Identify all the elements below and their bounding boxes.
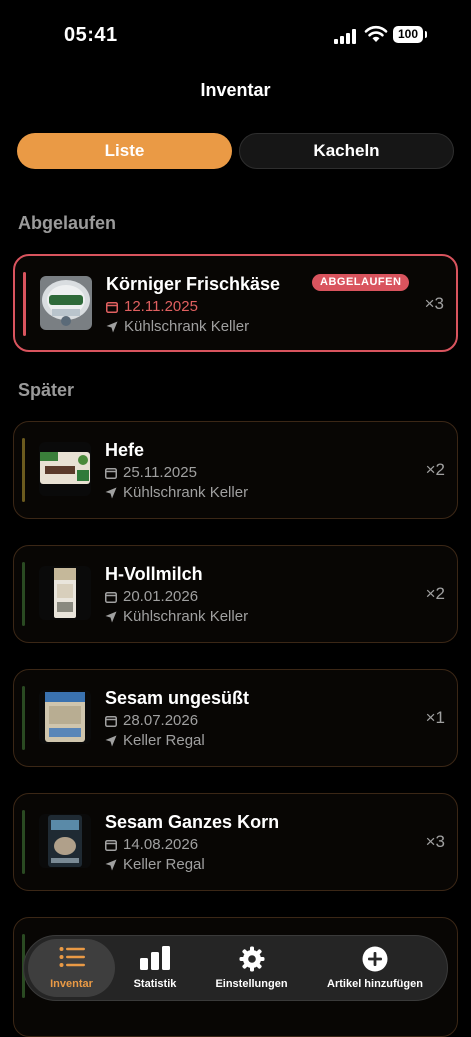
- item-date-text: 14.08.2026: [123, 836, 199, 853]
- item-date: 28.07.2026: [105, 712, 198, 729]
- item-name: Körniger Frischkäse: [106, 274, 281, 294]
- item-location: Kühlschrank Keller: [105, 484, 248, 501]
- gear-icon: [239, 946, 264, 972]
- item-quantity: ×2: [425, 584, 445, 603]
- location-arrow-icon: [105, 859, 117, 871]
- tab-add-item[interactable]: Artikel hinzufügen: [318, 936, 432, 1000]
- item-name: H-Vollmilch: [105, 564, 203, 584]
- item-name: Hefe: [105, 440, 145, 460]
- calendar-icon: [105, 592, 117, 603]
- expired-badge: ABGELAUFEN: [312, 274, 410, 291]
- expiry-accent-bar: [22, 438, 25, 502]
- battery-cap: [425, 31, 427, 38]
- item-location-text: Keller Regal: [123, 856, 205, 873]
- item-location: Kühlschrank Keller: [106, 318, 249, 335]
- item-date: 20.01.2026: [105, 588, 198, 605]
- tab-statistics[interactable]: Statistik: [120, 936, 190, 1000]
- item-date: 12.11.2025: [106, 298, 198, 315]
- item-date-text: 28.07.2026: [123, 712, 199, 729]
- segment-tiles-button[interactable]: Kacheln: [239, 133, 454, 169]
- item-date-text: 12.11.2025: [124, 298, 198, 315]
- tab-settings-label: Einstellungen: [215, 978, 288, 990]
- item-location: Keller Regal: [105, 856, 205, 873]
- battery-icon: 100: [393, 26, 423, 43]
- item-location-text: Kühlschrank Keller: [123, 484, 249, 501]
- item-date: 14.08.2026: [105, 836, 198, 853]
- status-time: 05:41: [64, 24, 118, 46]
- item-quantity: ×1: [425, 708, 445, 727]
- tab-inventory-label: Inventar: [50, 978, 93, 990]
- calendar-icon: [106, 302, 118, 313]
- item-location: Kühlschrank Keller: [105, 608, 248, 625]
- item-quantity: ×3: [424, 294, 444, 313]
- item-location-text: Kühlschrank Keller: [123, 608, 249, 625]
- calendar-icon: [105, 716, 117, 727]
- item-date-text: 20.01.2026: [123, 588, 199, 605]
- section-heading-expired: Abgelaufen: [18, 213, 117, 233]
- location-arrow-icon: [106, 321, 118, 333]
- inventory-card[interactable]: Hefe 25.11.2025 Kühlschrank Keller ×2: [13, 421, 458, 519]
- product-image: [39, 566, 91, 620]
- list-icon: [59, 947, 85, 967]
- signal-icon: [334, 28, 358, 44]
- inventory-card[interactable]: H-Vollmilch 20.01.2026 Kühlschrank Kelle…: [13, 545, 458, 643]
- section-heading-later: Später: [18, 380, 75, 400]
- inventory-card[interactable]: Sesam Ganzes Korn 14.08.2026 Keller Rega…: [13, 793, 458, 891]
- inventory-card[interactable]: Körniger Frischkäse ABGELAUFEN 12.11.202…: [13, 254, 458, 352]
- item-location-text: Kühlschrank Keller: [124, 318, 250, 335]
- product-image: [39, 442, 91, 496]
- inventory-card[interactable]: Sesam ungesüßt 28.07.2026 Keller Regal ×…: [13, 669, 458, 767]
- location-arrow-icon: [105, 487, 117, 499]
- expiry-accent-bar: [23, 272, 26, 336]
- tab-inventory[interactable]: Inventar: [28, 939, 115, 997]
- product-image: [39, 690, 91, 744]
- product-image: [39, 814, 91, 868]
- item-quantity: ×2: [425, 460, 445, 479]
- expiry-accent-bar: [22, 810, 25, 874]
- item-date: 25.11.2025: [105, 464, 197, 481]
- segment-list-button[interactable]: Liste: [17, 133, 232, 169]
- item-location: Keller Regal: [105, 732, 205, 749]
- item-name: Sesam Ganzes Korn: [105, 812, 280, 832]
- tab-add-item-label: Artikel hinzufügen: [327, 978, 423, 990]
- calendar-icon: [105, 840, 117, 851]
- tab-bar: Inventar Statistik Einstellungen Artikel…: [23, 935, 448, 1001]
- status-bar: 05:41 100: [0, 0, 471, 60]
- expiry-accent-bar: [22, 686, 25, 750]
- calendar-icon: [105, 468, 117, 479]
- item-location-text: Keller Regal: [123, 732, 205, 749]
- location-arrow-icon: [105, 611, 117, 623]
- item-name: Sesam ungesüßt: [105, 688, 250, 708]
- bar-chart-icon: [140, 946, 170, 970]
- plus-circle-icon: [362, 946, 388, 972]
- item-date-text: 25.11.2025: [123, 464, 197, 481]
- product-image: [40, 276, 92, 330]
- wifi-icon: [364, 25, 388, 42]
- tab-statistics-label: Statistik: [133, 978, 177, 990]
- location-arrow-icon: [105, 735, 117, 747]
- tab-settings[interactable]: Einstellungen: [204, 936, 299, 1000]
- page-title: Inventar: [200, 80, 271, 100]
- expiry-accent-bar: [22, 562, 25, 626]
- item-quantity: ×3: [425, 832, 445, 851]
